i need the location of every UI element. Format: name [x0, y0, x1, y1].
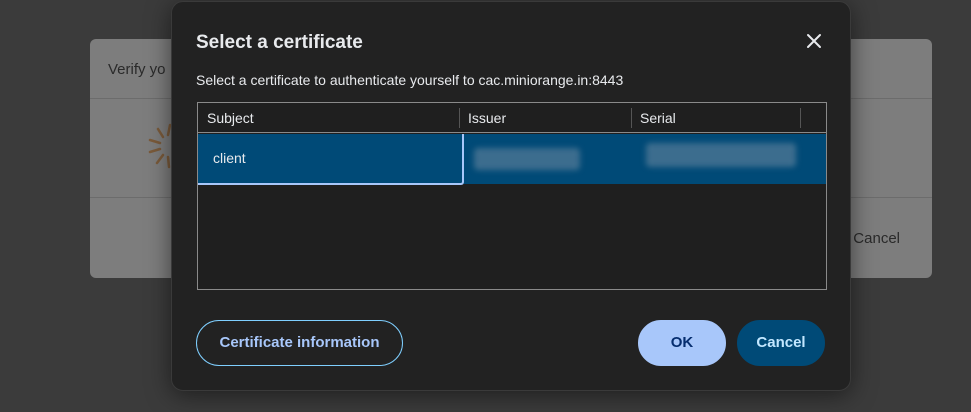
- table-row[interactable]: client: [198, 134, 826, 185]
- column-separator[interactable]: [800, 108, 801, 128]
- column-header-issuer[interactable]: Issuer: [459, 103, 631, 133]
- column-header-subject[interactable]: Subject: [198, 103, 459, 133]
- dialog-title: Select a certificate: [196, 32, 363, 53]
- cancel-button[interactable]: Cancel: [737, 320, 825, 366]
- close-icon[interactable]: [804, 31, 824, 51]
- table-header: Subject Issuer Serial: [198, 103, 826, 133]
- row-subject-cell[interactable]: client: [198, 134, 464, 185]
- dialog-subtitle: Select a certificate to authenticate you…: [196, 72, 624, 88]
- row-serial-cell-redacted: [646, 143, 796, 167]
- certificate-dialog: Select a certificate Select a certificat…: [171, 1, 851, 391]
- background-title: Verify yo: [108, 61, 166, 78]
- certificate-information-button[interactable]: Certificate information: [196, 320, 403, 366]
- ok-button[interactable]: OK: [638, 320, 726, 366]
- background-cancel-button: Cancel: [853, 230, 900, 247]
- row-issuer-cell-redacted: [474, 148, 580, 170]
- certificate-table: Subject Issuer Serial client: [197, 102, 827, 290]
- column-header-serial[interactable]: Serial: [631, 103, 800, 133]
